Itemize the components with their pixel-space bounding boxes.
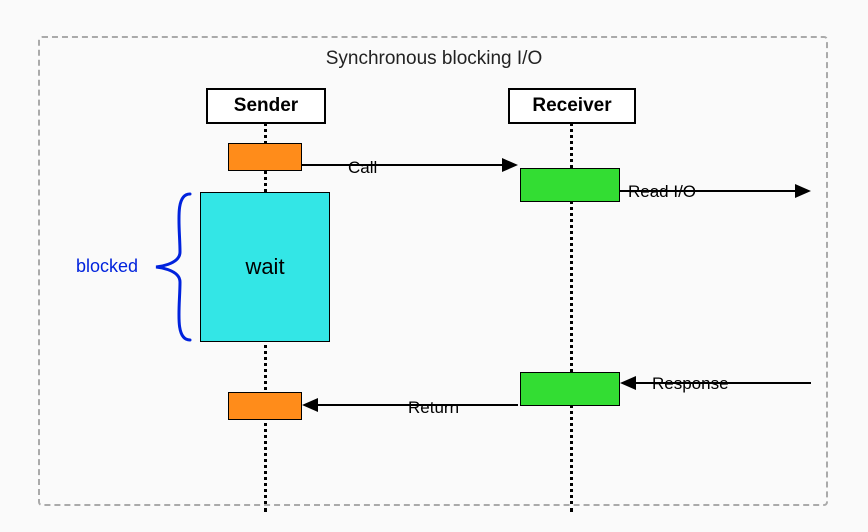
sender-active-segment-1 [228,143,302,171]
response-arrow-head [620,376,636,390]
response-label: Response [652,374,729,394]
call-label: Call [348,158,377,178]
receiver-processing-segment-1 [520,168,620,202]
return-label: Return [408,398,459,418]
brace-icon [150,192,194,342]
receiver-processing-segment-2 [520,372,620,406]
diagram-title: Synchronous blocking I/O [0,48,868,70]
return-arrow-head [302,398,318,412]
sender-wait-segment: wait [200,192,330,342]
sender-actor-box: Sender [206,88,326,124]
receiver-actor-box: Receiver [508,88,636,124]
readio-arrow-head [795,184,811,198]
call-arrow-line [302,164,502,166]
blocked-label: blocked [76,256,138,277]
readio-label: Read I/O [628,182,696,202]
wait-label: wait [245,254,284,280]
call-arrow-head [502,158,518,172]
sender-active-segment-2 [228,392,302,420]
